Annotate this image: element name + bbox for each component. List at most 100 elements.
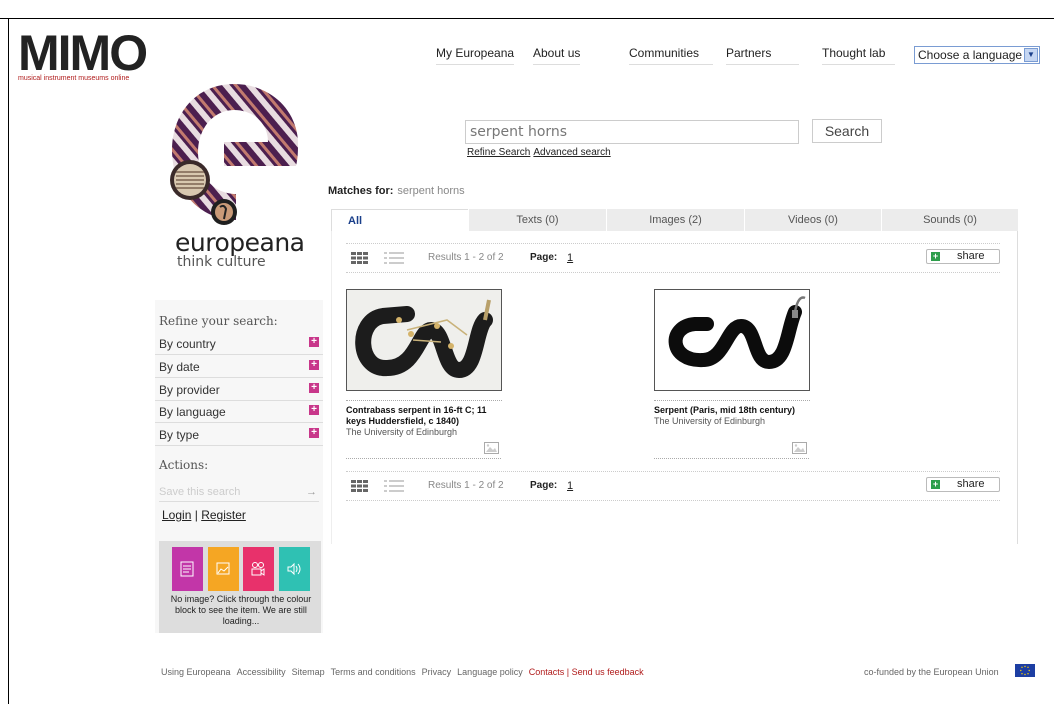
results-bar-top: Results 1 - 2 of 2 Page: 1 + share — [346, 243, 1000, 273]
list-view-icon[interactable] — [384, 480, 404, 492]
window-top-bar — [0, 0, 1054, 19]
list-view-icon[interactable] — [384, 252, 404, 264]
colour-blocks-panel: No image? Click through the colour block… — [159, 541, 321, 633]
nav-thought-lab[interactable]: Thought lab — [822, 46, 896, 65]
card-bottom-divider — [654, 458, 809, 459]
tab-sounds[interactable]: Sounds (0) — [881, 209, 1018, 231]
page-label: Page: — [530, 480, 558, 491]
facet-label: By type — [159, 428, 200, 442]
eu-flag-icon — [1015, 664, 1035, 677]
image-type-icon — [792, 442, 807, 454]
tab-videos[interactable]: Videos (0) — [744, 209, 881, 231]
card-divider — [654, 400, 810, 401]
save-search-label: Save this search — [159, 486, 241, 498]
search-button[interactable]: Search — [812, 119, 882, 143]
arrow-right-icon: → — [306, 486, 317, 498]
tab-images[interactable]: Images (2) — [606, 209, 744, 231]
nav-about-us[interactable]: About us — [533, 46, 581, 65]
share-label: share — [957, 478, 985, 490]
co-funded-notice: co-funded by the European Union — [864, 667, 999, 677]
matches-label: Matches for: — [328, 185, 394, 197]
card-bottom-divider — [346, 458, 501, 459]
register-link[interactable]: Register — [201, 508, 246, 522]
save-search-action[interactable]: Save this search → — [159, 486, 319, 502]
sound-colour-block[interactable] — [279, 547, 310, 591]
expand-plus-icon[interactable]: + — [309, 360, 319, 370]
result-thumbnail[interactable] — [654, 289, 810, 391]
nav-my-europeana[interactable]: My Europeana — [436, 46, 515, 65]
image-colour-block[interactable] — [208, 547, 239, 591]
facet-by-type[interactable]: By type + — [155, 424, 323, 446]
results-count: Results 1 - 2 of 2 — [428, 252, 504, 263]
text-type-icon — [180, 561, 194, 577]
result-card[interactable]: Serpent (Paris, mid 18th century) The Un… — [654, 289, 810, 427]
mimo-logo-subtitle: musical instrument museums online — [18, 75, 130, 82]
footer-sitemap[interactable]: Sitemap — [292, 667, 325, 677]
footer-contacts-feedback[interactable]: Contacts | Send us feedback — [529, 667, 644, 677]
share-label: share — [957, 250, 985, 262]
refine-sidebar: Refine your search: By country + By date… — [155, 300, 323, 633]
grid-view-icon[interactable] — [351, 252, 369, 264]
result-provider: The University of Edinburgh — [346, 427, 458, 437]
refine-search-link[interactable]: Refine Search — [467, 147, 530, 158]
expand-plus-icon[interactable]: + — [309, 337, 319, 347]
serpent-image — [655, 290, 809, 390]
footer-privacy[interactable]: Privacy — [422, 667, 452, 677]
video-colour-block[interactable] — [243, 547, 274, 591]
footer-language-policy[interactable]: Language policy — [457, 667, 523, 677]
results-count: Results 1 - 2 of 2 — [428, 480, 504, 491]
login-link[interactable]: Login — [162, 508, 191, 522]
matches-query: serpent horns — [397, 185, 465, 197]
footer-using-europeana[interactable]: Using Europeana — [161, 667, 231, 677]
share-button[interactable]: + share — [926, 249, 1000, 264]
page-label: Page: — [530, 252, 558, 263]
no-image-notice: No image? Click through the colour block… — [170, 594, 312, 626]
nav-communities[interactable]: Communities — [629, 46, 714, 65]
facet-by-provider[interactable]: By provider + — [155, 379, 323, 401]
footer-terms[interactable]: Terms and conditions — [331, 667, 416, 677]
share-button[interactable]: + share — [926, 477, 1000, 492]
language-select[interactable]: Choose a language ▼ — [914, 46, 1040, 64]
mimo-logo[interactable]: MIMO musical instrument museums online — [18, 28, 148, 82]
plus-icon: + — [931, 479, 940, 489]
facet-by-country[interactable]: By country + — [155, 333, 323, 355]
result-card[interactable]: Contrabass serpent in 16-ft C; 11 keys H… — [346, 289, 502, 438]
nav-partners[interactable]: Partners — [726, 46, 800, 65]
facet-by-language[interactable]: By language + — [155, 401, 323, 423]
contrabass-serpent-image — [347, 290, 501, 390]
facet-by-date[interactable]: By date + — [155, 356, 323, 378]
tab-all[interactable]: All — [331, 209, 468, 231]
matches-for: Matches for: serpent horns — [328, 185, 465, 197]
expand-plus-icon[interactable]: + — [309, 405, 319, 415]
europeana-tagline: think culture — [177, 254, 266, 270]
window-left-border — [8, 18, 9, 704]
europeana-logo-word: europeana — [175, 228, 305, 257]
video-type-icon — [251, 562, 265, 576]
refine-heading: Refine your search: — [159, 314, 278, 328]
grid-view-icon[interactable] — [351, 480, 369, 492]
europeana-logo-graphic[interactable] — [164, 72, 304, 232]
image-type-icon — [216, 562, 230, 575]
result-thumbnail[interactable] — [346, 289, 502, 391]
expand-plus-icon[interactable]: + — [309, 383, 319, 393]
chevron-down-icon[interactable]: ▼ — [1024, 48, 1038, 62]
login-separator: | — [194, 508, 198, 522]
result-type-tabs: All Texts (0) Images (2) Videos (0) Soun… — [331, 209, 1018, 232]
facet-label: By country — [159, 337, 216, 351]
advanced-search-link[interactable]: Advanced search — [533, 147, 610, 158]
actions-heading: Actions: — [159, 458, 209, 472]
search-input[interactable]: serpent horns — [465, 120, 799, 144]
plus-icon: + — [931, 251, 940, 261]
sound-type-icon — [287, 562, 301, 576]
image-type-icon — [484, 442, 499, 454]
result-title[interactable]: Serpent (Paris, mid 18th century) — [654, 405, 810, 416]
footer-links: Using Europeana Accessibility Sitemap Terms… — [161, 667, 650, 677]
text-colour-block[interactable] — [172, 547, 203, 591]
expand-plus-icon[interactable]: + — [309, 428, 319, 438]
page-number-link[interactable]: 1 — [567, 480, 573, 492]
result-title[interactable]: Contrabass serpent in 16-ft C; 11 keys H… — [346, 405, 502, 427]
tab-texts[interactable]: Texts (0) — [468, 209, 606, 231]
page-number-link[interactable]: 1 — [567, 252, 573, 264]
footer-accessibility[interactable]: Accessibility — [237, 667, 286, 677]
result-provider: The University of Edinburgh — [654, 416, 766, 426]
